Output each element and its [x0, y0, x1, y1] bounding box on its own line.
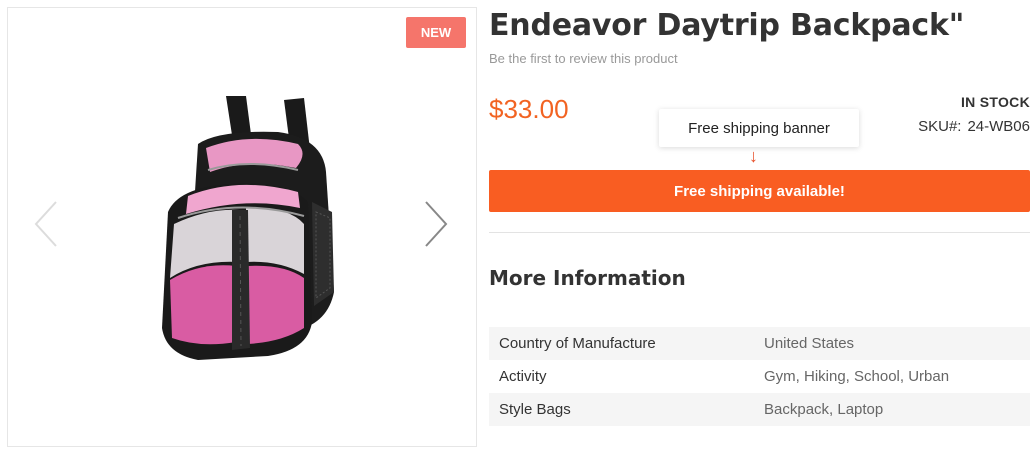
attribute-value: United States [764, 335, 855, 352]
more-info-title: More Information [489, 266, 686, 290]
sku-label: SKU#: [918, 118, 962, 135]
product-price: $33.00 [489, 94, 569, 124]
attribute-label: Activity [499, 368, 547, 385]
chevron-right-icon[interactable] [422, 200, 450, 253]
product-title: Endeavor Daytrip Backpack" [489, 8, 965, 43]
arrow-down-icon: ↓ [749, 146, 758, 166]
stock-status: IN STOCK [960, 94, 1030, 110]
product-info: Endeavor Daytrip Backpack" Be the first … [489, 0, 1030, 454]
product-image[interactable] [148, 92, 338, 375]
attribute-label: Style Bags [499, 401, 571, 418]
table-row: Activity Gym, Hiking, School, Urban [489, 360, 1030, 393]
free-shipping-banner[interactable]: Free shipping available! [489, 170, 1030, 212]
more-info-table: Country of Manufacture United States Act… [489, 327, 1030, 426]
table-row: Country of Manufacture United States [489, 327, 1030, 360]
annotation-callout: Free shipping banner [659, 109, 859, 147]
attribute-value: Gym, Hiking, School, Urban [764, 368, 950, 385]
review-link[interactable]: Be the first to review this product [489, 51, 678, 66]
sku: SKU#: 24-WB06 [918, 118, 1030, 135]
divider [489, 232, 1030, 233]
chevron-left-icon[interactable] [32, 200, 60, 253]
table-row: Style Bags Backpack, Laptop [489, 393, 1030, 426]
sku-value: 24-WB06 [967, 118, 1030, 135]
new-badge: NEW [406, 17, 466, 48]
product-gallery: NEW [7, 7, 477, 447]
attribute-value: Backpack, Laptop [764, 401, 884, 418]
attribute-label: Country of Manufacture [499, 335, 656, 352]
